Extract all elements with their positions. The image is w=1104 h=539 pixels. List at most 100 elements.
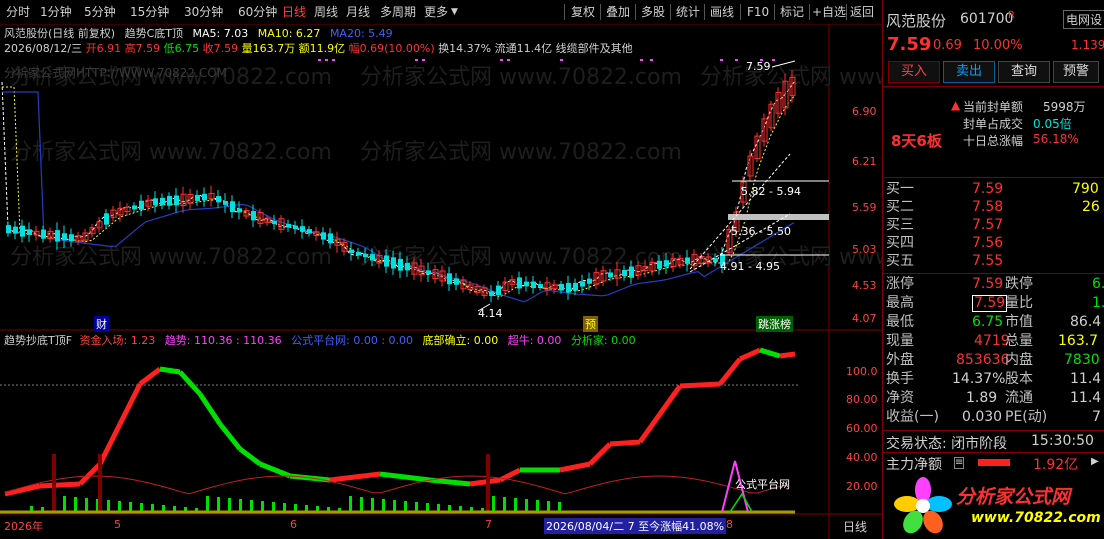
logo-url: www.70822.com bbox=[971, 510, 1101, 526]
candle-body bbox=[69, 234, 74, 242]
alert-button[interactable]: 预警 bbox=[1053, 61, 1099, 83]
sub-bar bbox=[261, 501, 264, 512]
query-button[interactable]: 查询 bbox=[998, 61, 1050, 83]
list-icon[interactable]: ≡ bbox=[954, 457, 965, 469]
candle-body bbox=[517, 277, 522, 289]
draw-line-button[interactable]: 画线 bbox=[710, 4, 734, 20]
bid-row: 买四 7.56 bbox=[886, 235, 1004, 251]
divider bbox=[883, 273, 1104, 274]
signal-dot bbox=[332, 59, 335, 61]
ma20-value: MA20: 5.49 bbox=[329, 27, 393, 40]
f10-button[interactable]: F10 bbox=[747, 4, 769, 20]
multi-stock-button[interactable]: 多股 bbox=[641, 4, 665, 20]
trend-step bbox=[97, 422, 123, 466]
trend-step bbox=[39, 481, 81, 489]
candle-body bbox=[622, 269, 627, 277]
sell-button[interactable]: 卖出 bbox=[943, 61, 995, 83]
signal-dot bbox=[772, 59, 775, 61]
sub-axis-label: 20.00 bbox=[846, 480, 878, 493]
buy-button[interactable]: 买入 bbox=[888, 61, 940, 83]
side-price: 1.139 bbox=[1071, 38, 1104, 52]
candle-body bbox=[55, 230, 60, 242]
platform-value: 公式平台网: 0.00 : 0.00 bbox=[291, 334, 414, 347]
back-button[interactable]: 返回 bbox=[850, 4, 874, 20]
mark-button[interactable]: 标记 bbox=[780, 4, 804, 20]
watermark-text: 分析家公式网 www.70822.com bbox=[360, 140, 682, 165]
price-axis-label: 5.03 bbox=[852, 243, 877, 256]
tab-60min[interactable]: 60分钟 bbox=[238, 4, 277, 20]
price-axis-label: 4.07 bbox=[852, 312, 877, 325]
fuquan-button[interactable]: 复权 bbox=[571, 4, 595, 20]
time-axis-month: 5 bbox=[114, 518, 121, 531]
sub-spike bbox=[52, 454, 56, 512]
add-watchlist-button[interactable]: +自选 bbox=[812, 4, 846, 20]
range-label-1: 5.82 - 5.94 bbox=[741, 185, 801, 198]
tab-30min[interactable]: 30分钟 bbox=[184, 4, 223, 20]
chart-area[interactable]: 分析家公式网 www.70822.com 分析家公式网 www.70822.com… bbox=[0, 24, 882, 539]
kline-chart[interactable]: 分析家公式网 www.70822.com 分析家公式网 www.70822.com… bbox=[0, 24, 882, 539]
tab-5min[interactable]: 5分钟 bbox=[84, 4, 116, 20]
candle-body bbox=[300, 226, 305, 232]
trend-step bbox=[738, 347, 762, 362]
tab-daily[interactable]: 日线 bbox=[282, 4, 306, 20]
sub-bar bbox=[349, 496, 352, 512]
bar-date: 2026/08/12/三 bbox=[4, 42, 83, 55]
time-axis-month: 8 bbox=[726, 518, 733, 531]
sub-bar bbox=[382, 499, 385, 512]
trend-step bbox=[559, 461, 591, 473]
trend-step bbox=[637, 412, 663, 444]
trend-step bbox=[469, 477, 501, 487]
signal-dot bbox=[422, 59, 425, 61]
candle-body bbox=[356, 251, 361, 256]
candle-body bbox=[629, 266, 634, 278]
close-value: 收7.59 bbox=[202, 42, 239, 55]
divider bbox=[883, 430, 1104, 431]
chevron-right-icon[interactable]: ▶ bbox=[1091, 456, 1099, 467]
sector-value: 线缆部件及其他 bbox=[555, 42, 633, 55]
logo-banner: 分析家公式网 www.70822.com bbox=[883, 474, 1104, 539]
tab-15min[interactable]: 15分钟 bbox=[130, 4, 169, 20]
trend-step bbox=[429, 477, 471, 487]
sub-bar bbox=[250, 500, 253, 512]
period-toolbar: 分时 1分钟 5分钟 15分钟 30分钟 60分钟 日线 周线 月线 多周期 更… bbox=[0, 0, 882, 25]
candle-body bbox=[202, 193, 207, 201]
tab-more[interactable]: 更多 bbox=[424, 4, 448, 20]
bottom-value: 底部确立: 0.00 bbox=[422, 334, 499, 347]
candle-body bbox=[426, 270, 431, 275]
tab-fenshi[interactable]: 分时 bbox=[6, 4, 30, 20]
marker-yu: 预 bbox=[583, 316, 598, 332]
candle-body bbox=[132, 205, 137, 210]
kline-header: 风范股份(日线 前复权) 趋势C底T顶 MA5: 7.03 MA10: 6.27… bbox=[4, 25, 393, 41]
sub-bar bbox=[217, 497, 220, 512]
overlay-button[interactable]: 叠加 bbox=[606, 4, 630, 20]
ma5-value: MA5: 7.03 bbox=[192, 27, 249, 40]
tab-weekly[interactable]: 周线 bbox=[314, 4, 338, 20]
sector-tag[interactable]: 电网设 bbox=[1063, 10, 1104, 29]
tab-1min[interactable]: 1分钟 bbox=[40, 4, 72, 20]
candle-body bbox=[566, 282, 571, 293]
trend-step bbox=[138, 367, 162, 386]
sub-bar bbox=[360, 497, 363, 512]
signal-dot bbox=[507, 59, 510, 61]
tab-monthly[interactable]: 月线 bbox=[346, 4, 370, 20]
divider bbox=[564, 4, 565, 20]
chevron-down-icon[interactable]: ▼ bbox=[451, 4, 458, 20]
trend-step bbox=[679, 381, 721, 389]
stats-button[interactable]: 统计 bbox=[676, 4, 700, 20]
candle-body bbox=[167, 196, 172, 206]
super-value: 超牛: 0.00 bbox=[507, 334, 562, 347]
candle-body bbox=[195, 195, 200, 201]
candle-body bbox=[587, 278, 592, 284]
candle-body bbox=[349, 249, 354, 254]
chart-title: 风范股份(日线 前复权) bbox=[4, 27, 116, 40]
trend-step bbox=[379, 471, 431, 483]
divider bbox=[774, 4, 775, 20]
tab-multi-period[interactable]: 多周期 bbox=[380, 4, 416, 20]
signal-dot bbox=[560, 59, 563, 61]
watermark-text: 分析家公式网 www.70822.com bbox=[10, 245, 332, 270]
sub-bar bbox=[536, 500, 539, 512]
turnover-value: 换14.37% bbox=[438, 42, 492, 55]
signal-dot bbox=[650, 59, 653, 61]
divider bbox=[600, 4, 601, 20]
candle-body bbox=[174, 195, 179, 206]
